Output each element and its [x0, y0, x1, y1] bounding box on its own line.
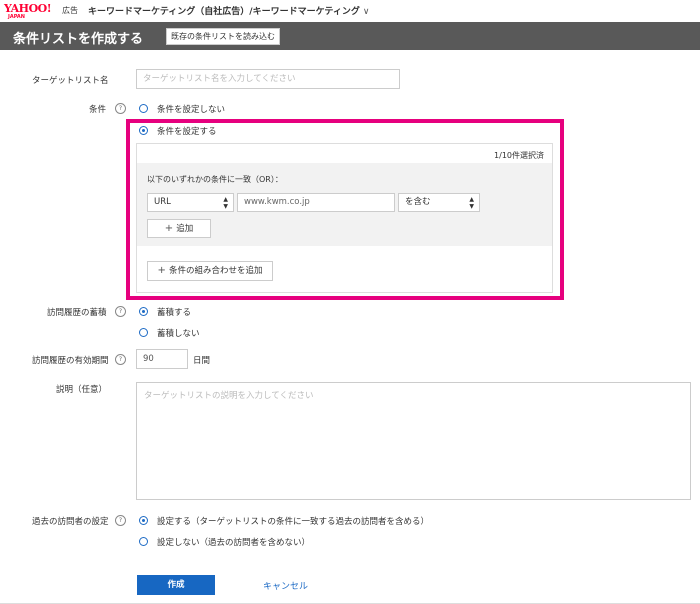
condition-field-select[interactable]: URL ▲ ▼	[147, 193, 234, 212]
condition-value-input[interactable]: www.kwm.co.jp	[237, 193, 395, 212]
add-condition-button[interactable]: + 追加	[147, 219, 211, 238]
cancel-link[interactable]: キャンセル	[263, 579, 308, 592]
yahoo-logo[interactable]: YAHOO! JAPAN 広告	[4, 2, 78, 20]
help-icon[interactable]: ?	[115, 515, 126, 526]
condition-operator-value: を含む	[405, 197, 431, 207]
validity-period-unit: 日間	[193, 356, 211, 366]
condition-group: 以下のいずれかの条件に一致（OR）： URL ▲ ▼ www.kwm.co.jp …	[137, 163, 552, 246]
accumulate-no-radio[interactable]	[139, 328, 148, 337]
history-accumulate-label: 訪問履歴の蓄積	[47, 308, 107, 318]
condition-none-label: 条件を設定しない	[157, 105, 226, 115]
past-visitors-yes-label: 設定する（ターゲットリストの条件に一致する過去の訪問者を含める）	[157, 517, 430, 527]
selected-count: 1/10件選択済	[494, 151, 544, 160]
ad-label: 広告	[62, 6, 78, 15]
match-label: 以下のいずれかの条件に一致（OR）：	[147, 175, 283, 184]
account-breadcrumb[interactable]: キーワードマーケティング（自社広告）/キーワードマーケティング ∨	[88, 4, 369, 17]
help-icon[interactable]: ?	[115, 306, 126, 317]
help-icon[interactable]: ?	[115, 354, 126, 365]
top-bar: YAHOO! JAPAN 広告 キーワードマーケティング（自社広告）/キーワード…	[0, 0, 700, 22]
validity-period-label: 訪問履歴の有効期間	[32, 356, 109, 366]
add-combination-button[interactable]: + 条件の組み合わせを追加	[147, 261, 273, 281]
condition-panel: 1/10件選択済 以下のいずれかの条件に一致（OR）： URL ▲ ▼ www.k…	[136, 143, 553, 293]
breadcrumb-text: キーワードマーケティング（自社広告）/キーワードマーケティング	[88, 7, 360, 17]
add-condition-label: 追加	[176, 224, 194, 234]
past-visitors-no-label: 設定しない（過去の訪問者を含めない）	[157, 538, 311, 548]
target-list-name-input[interactable]: ターゲットリスト名を入力してください	[136, 69, 400, 89]
page-title: 条件リストを作成する	[13, 32, 144, 47]
chevron-down-icon: ∨	[362, 7, 370, 17]
accumulate-yes-label: 蓄積する	[157, 308, 192, 318]
accumulate-yes-radio[interactable]	[139, 307, 148, 316]
help-icon[interactable]: ?	[115, 103, 126, 114]
load-existing-list-button[interactable]: 既存の条件リストを読み込む	[166, 28, 280, 45]
select-arrows-icon: ▲ ▼	[469, 196, 474, 210]
description-label: 説明（任意）	[56, 385, 108, 395]
add-combination-label: 条件の組み合わせを追加	[168, 266, 263, 276]
create-button[interactable]: 作成	[137, 575, 215, 595]
plus-icon: +	[157, 265, 166, 276]
plus-icon: +	[164, 223, 174, 234]
past-visitors-no-radio[interactable]	[139, 537, 148, 546]
past-visitors-yes-radio[interactable]	[139, 516, 148, 525]
validity-period-input[interactable]: 90	[136, 349, 188, 369]
condition-operator-select[interactable]: を含む ▲ ▼	[398, 193, 480, 212]
select-arrows-icon: ▲ ▼	[223, 196, 228, 210]
condition-label: 条件	[89, 105, 107, 115]
target-list-name-label: ターゲットリスト名	[32, 76, 109, 86]
accumulate-no-label: 蓄積しない	[157, 329, 200, 339]
description-textarea[interactable]: ターゲットリストの説明を入力してください	[136, 382, 691, 500]
condition-none-radio[interactable]	[139, 104, 148, 113]
past-visitors-label: 過去の訪問者の設定	[32, 517, 109, 527]
logo-sub: JAPAN	[8, 14, 25, 20]
page-header: 条件リストを作成する 既存の条件リストを読み込む	[0, 22, 700, 50]
condition-field-value: URL	[154, 197, 171, 207]
